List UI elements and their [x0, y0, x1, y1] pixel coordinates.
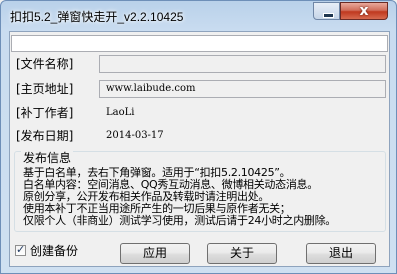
- note-line: 仅限个人（非商业）测试学习使用，测试后请于24小时之内删除。: [23, 214, 336, 227]
- homepage-field[interactable]: www.laibude.com: [99, 80, 386, 98]
- author-label: [补丁作者]: [16, 106, 74, 120]
- homepage-label: [主页地址]: [16, 82, 74, 96]
- release-info-text[interactable]: 基于白名单，去右下角弹窗。适用于“扣扣5.2.10425”。 白名单内容：空间消…: [23, 167, 377, 229]
- date-field: 2014-03-17: [106, 130, 164, 141]
- app-window: 扣扣5.2_弹窗快走开_v2.2.10425 x [文件名称] [主页地址] w…: [0, 0, 397, 274]
- window-title: 扣扣5.2_弹窗快走开_v2.2.10425: [10, 10, 184, 24]
- close-button[interactable]: x: [340, 2, 388, 20]
- top-text-field[interactable]: [11, 35, 388, 52]
- author-field: LaoLi: [106, 107, 135, 118]
- date-label: [发布日期]: [16, 129, 74, 143]
- release-info-group: 发布信息 基于白名单，去右下角弹窗。适用于“扣扣5.2.10425”。 白名单内…: [14, 151, 386, 232]
- title-bar[interactable]: 扣扣5.2_弹窗快走开_v2.2.10425 x: [1, 1, 396, 31]
- client-area: [文件名称] [主页地址] www.laibude.com [补丁作者] Lao…: [9, 31, 390, 267]
- release-info-title: 发布信息: [21, 151, 74, 165]
- create-backup-label: 创建备份: [30, 244, 79, 258]
- apply-button[interactable]: 应用: [120, 243, 190, 264]
- close-icon: x: [359, 3, 369, 19]
- checkbox-checked-icon[interactable]: [15, 243, 26, 256]
- filename-label: [文件名称]: [16, 57, 74, 71]
- exit-button[interactable]: 退出: [306, 243, 376, 264]
- minimize-icon: [323, 13, 334, 18]
- about-button[interactable]: 关于: [207, 243, 277, 264]
- minimize-button[interactable]: [313, 2, 340, 20]
- filename-field[interactable]: [99, 55, 386, 73]
